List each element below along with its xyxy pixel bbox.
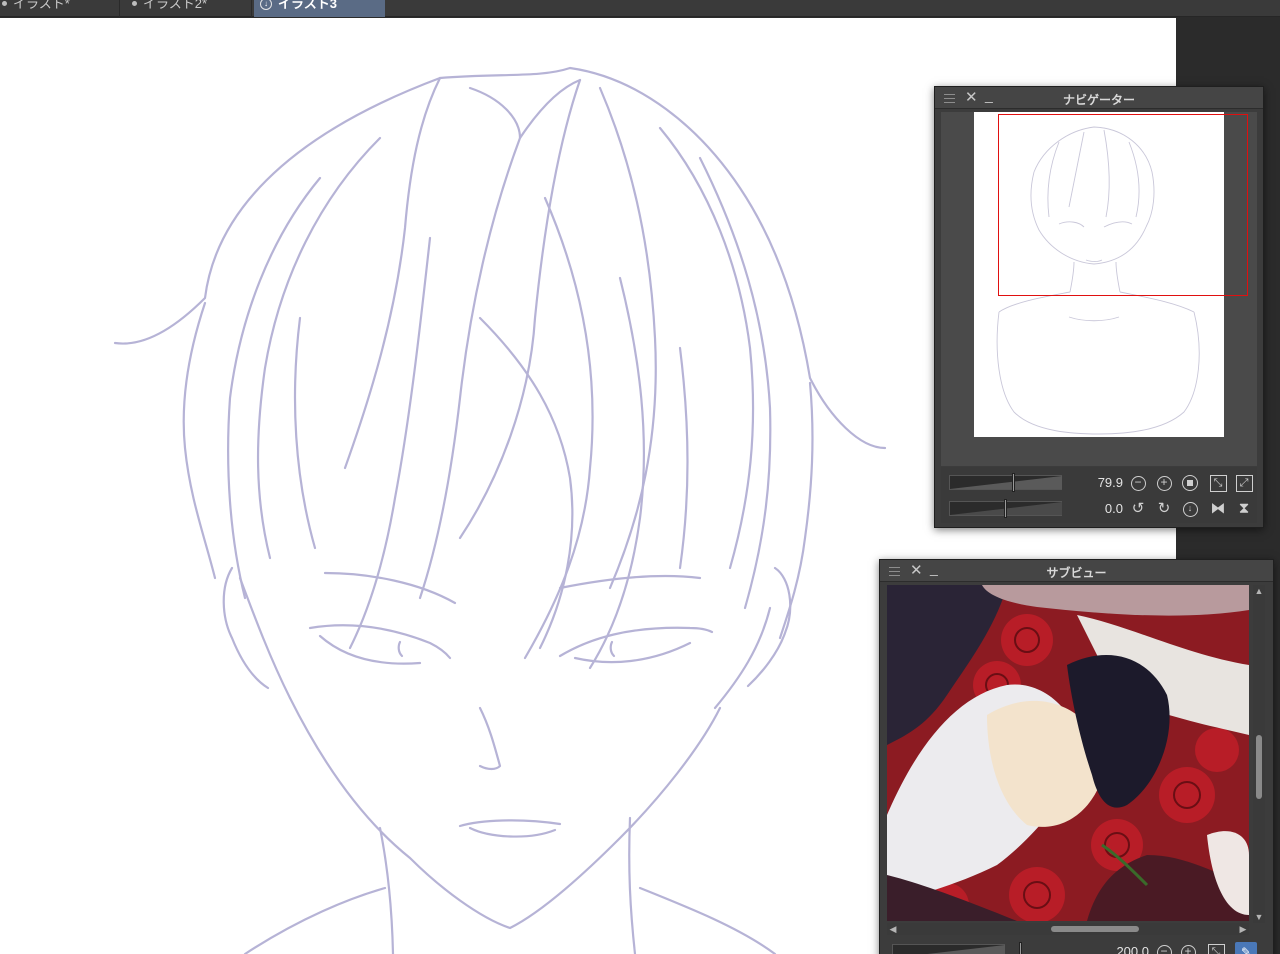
zoom-value: 79.9 (1097, 475, 1123, 490)
actual-size-icon[interactable] (1181, 474, 1199, 492)
document-icon: ↓ (260, 0, 272, 10)
navigator-viewport-frame[interactable] (998, 114, 1248, 296)
reset-rotation-icon[interactable]: ↓ (1181, 500, 1199, 518)
scroll-down-icon[interactable]: ▼ (1253, 911, 1265, 923)
navigator-controls: 79.9 − + ⤡ ⤢ 0.0 ↺ ↻ ↓ ⧓ ⧗ (941, 467, 1257, 523)
tab-illust-2[interactable]: イラスト2* (122, 0, 252, 17)
tab-label: イラスト3 (278, 0, 337, 11)
rotate-right-icon[interactable]: ↻ (1155, 500, 1173, 518)
panel-title: サブビュー (1046, 566, 1107, 580)
tab-illust-1[interactable]: イラスト* (0, 0, 120, 17)
tab-label: イラスト* (13, 0, 70, 11)
subview-controls: 200.0 − + ⤡ ✎ (887, 938, 1267, 954)
reference-image[interactable] (887, 585, 1249, 921)
subview-zoom-value: 200.0 (1116, 944, 1149, 954)
rotation-value: 0.0 (1104, 501, 1123, 516)
zoom-in-icon[interactable]: + (1179, 943, 1197, 954)
vertical-scrollbar[interactable]: ▲ ▼ (1253, 585, 1265, 923)
subview-zoom-slider[interactable] (892, 942, 1022, 954)
zoom-out-icon[interactable]: − (1129, 474, 1147, 492)
eyedropper-button[interactable]: ✎ (1235, 942, 1257, 954)
flip-vertical-icon[interactable]: ⧗ (1235, 500, 1253, 518)
rotate-left-icon[interactable]: ↺ (1129, 500, 1147, 518)
subview-header[interactable]: ✕ _ サブビュー (880, 560, 1273, 582)
scroll-left-icon[interactable]: ◀ (887, 923, 899, 935)
fit-to-window-icon[interactable]: ⤡ (1207, 943, 1225, 954)
navigator-header[interactable]: ✕ _ ナビゲーター (935, 87, 1263, 109)
scroll-thumb[interactable] (1256, 735, 1262, 799)
rotation-slider[interactable] (949, 499, 1062, 518)
zoom-slider[interactable] (949, 473, 1062, 492)
scroll-up-icon[interactable]: ▲ (1253, 585, 1265, 597)
tab-label: イラスト2* (143, 0, 208, 11)
zoom-in-icon[interactable]: + (1155, 474, 1173, 492)
navigator-preview[interactable] (941, 112, 1257, 466)
flip-horizontal-icon[interactable]: ⧓ (1209, 500, 1227, 518)
unsaved-dot-icon (2, 1, 7, 6)
tab-illust-3[interactable]: ↓ イラスト3 (254, 0, 385, 17)
horizontal-scrollbar[interactable]: ◀ ▶ (887, 923, 1249, 935)
navigator-panel: ✕ _ ナビゲーター 79.9 − + ⤡ ⤢ 0.0 ↺ ↻ ↓ ⧓ ⧗ (934, 86, 1264, 528)
subview-panel: ✕ _ サブビュー ▲ ▼ ◀ ▶ 200.0 − + ⤡ ✎ (879, 559, 1274, 954)
fit-to-window-icon[interactable]: ⤡ (1209, 474, 1227, 492)
unsaved-dot-icon (132, 1, 137, 6)
scroll-thumb[interactable] (1051, 926, 1139, 932)
panel-title: ナビゲーター (1062, 93, 1135, 107)
zoom-out-icon[interactable]: − (1155, 943, 1173, 954)
scroll-right-icon[interactable]: ▶ (1237, 923, 1249, 935)
fit-to-navigator-icon[interactable]: ⤢ (1235, 474, 1253, 492)
document-tab-bar: イラスト* イラスト2* ↓ イラスト3 (0, 0, 1280, 17)
